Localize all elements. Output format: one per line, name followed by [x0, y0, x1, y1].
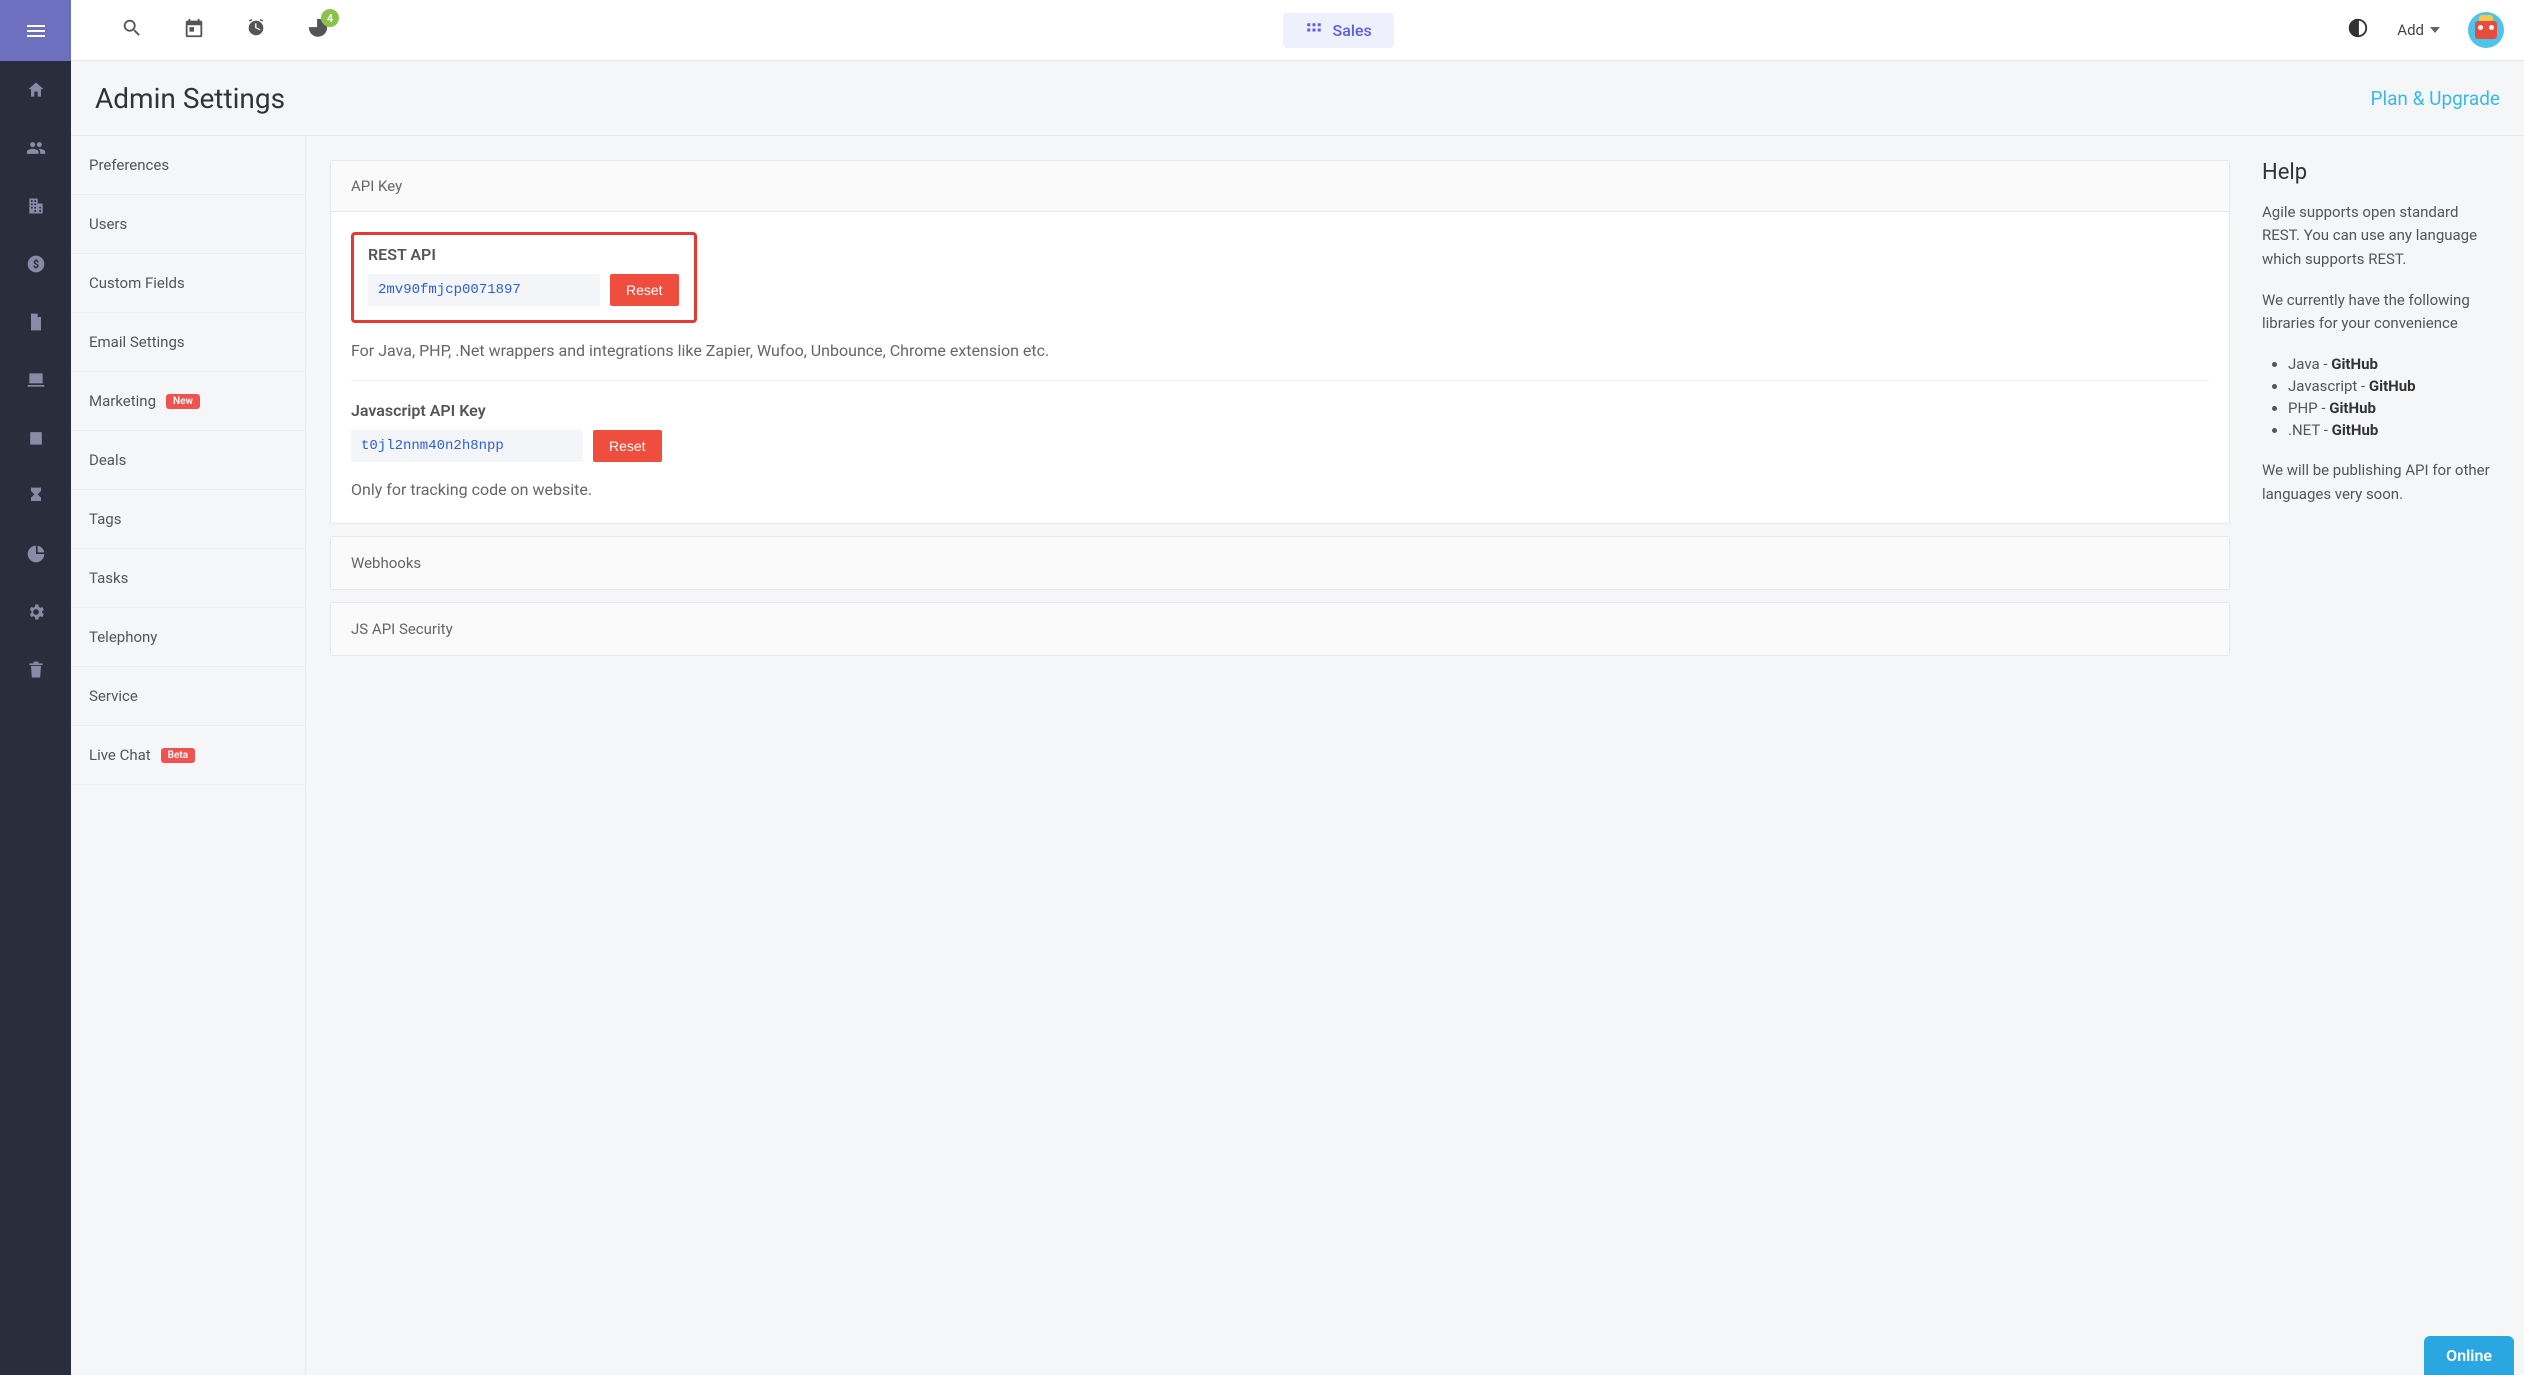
- rest-reset-button[interactable]: Reset: [610, 274, 679, 306]
- deals-icon[interactable]: $: [0, 235, 71, 293]
- plan-upgrade-link[interactable]: Plan & Upgrade: [2370, 87, 2500, 110]
- reports-icon[interactable]: [0, 525, 71, 583]
- rest-api-note: For Java, PHP, .Net wrappers and integra…: [351, 341, 2209, 360]
- help-libs-list: Java - GitHub Javascript - GitHub PHP - …: [2262, 353, 2500, 441]
- display-icon[interactable]: [0, 351, 71, 409]
- theme-icon[interactable]: [2347, 17, 2369, 43]
- help-title: Help: [2262, 160, 2500, 185]
- js-security-header[interactable]: JS API Security: [331, 603, 2229, 655]
- company-icon[interactable]: [0, 177, 71, 235]
- analytics-icon[interactable]: 4: [307, 17, 329, 43]
- webhooks-header[interactable]: Webhooks: [331, 537, 2229, 589]
- sales-button[interactable]: Sales: [1283, 13, 1394, 48]
- add-dropdown[interactable]: Add: [2397, 21, 2440, 39]
- github-link[interactable]: GitHub: [2329, 399, 2376, 417]
- nav-custom-fields[interactable]: Custom Fields: [71, 254, 305, 313]
- nav-email-settings[interactable]: Email Settings: [71, 313, 305, 372]
- help-column: Help Agile supports open standard REST. …: [2254, 136, 2524, 1375]
- menu-button[interactable]: [0, 0, 71, 61]
- page-header: Admin Settings Plan & Upgrade: [71, 61, 2524, 136]
- chevron-down-icon: [2430, 27, 2440, 33]
- left-rail: $: [0, 0, 71, 1375]
- nav-users[interactable]: Users: [71, 195, 305, 254]
- nav-telephony[interactable]: Telephony: [71, 608, 305, 667]
- documents-icon[interactable]: [0, 293, 71, 351]
- nav-tags[interactable]: Tags: [71, 490, 305, 549]
- notification-badge: 4: [321, 9, 339, 27]
- search-icon[interactable]: [121, 17, 143, 43]
- github-link[interactable]: GitHub: [2369, 377, 2416, 395]
- nav-deals[interactable]: Deals: [71, 431, 305, 490]
- online-button[interactable]: Online: [2424, 1336, 2514, 1375]
- js-api-key-input[interactable]: [351, 430, 583, 462]
- list-item: Javascript - GitHub: [2288, 375, 2500, 397]
- content-column: 4 Sales Add Admin: [71, 0, 2524, 1375]
- divider: [351, 380, 2209, 381]
- github-link[interactable]: GitHub: [2331, 355, 2378, 373]
- alarm-icon[interactable]: [245, 17, 267, 43]
- github-link[interactable]: GitHub: [2332, 421, 2379, 439]
- rest-api-highlight: REST API Reset: [351, 232, 697, 323]
- settings-icon[interactable]: [0, 583, 71, 641]
- calendar-event-icon[interactable]: [183, 17, 205, 43]
- add-label: Add: [2397, 21, 2424, 39]
- list-item: PHP - GitHub: [2288, 397, 2500, 419]
- rest-api-label: REST API: [368, 245, 680, 264]
- rest-api-key-input[interactable]: [368, 274, 600, 306]
- sales-label: Sales: [1333, 21, 1372, 40]
- help-p2: We currently have the following librarie…: [2262, 289, 2500, 336]
- center-content: API Key REST API Reset For Java, PHP,: [306, 136, 2254, 1375]
- js-api-note: Only for tracking code on website.: [351, 480, 2209, 499]
- pill-beta: Beta: [161, 748, 195, 763]
- api-key-panel-header[interactable]: API Key: [331, 161, 2229, 212]
- calendar-icon[interactable]: [0, 409, 71, 467]
- topbar: 4 Sales Add: [71, 0, 2524, 61]
- settings-nav: Preferences Users Custom Fields Email Se…: [71, 136, 306, 1375]
- api-key-panel: API Key REST API Reset For Java, PHP,: [330, 160, 2230, 524]
- grid-icon: [1305, 21, 1323, 39]
- trash-icon[interactable]: [0, 641, 71, 699]
- js-security-panel: JS API Security: [330, 602, 2230, 656]
- list-item: Java - GitHub: [2288, 353, 2500, 375]
- list-item: .NET - GitHub: [2288, 419, 2500, 441]
- js-api-label: Javascript API Key: [351, 401, 2209, 420]
- pill-new: New: [166, 394, 200, 409]
- nav-preferences[interactable]: Preferences: [71, 136, 305, 195]
- svg-text:$: $: [32, 258, 38, 271]
- contacts-icon[interactable]: [0, 119, 71, 177]
- home-icon[interactable]: [0, 61, 71, 119]
- webhooks-panel: Webhooks: [330, 536, 2230, 590]
- nav-service[interactable]: Service: [71, 667, 305, 726]
- help-p1: Agile supports open standard REST. You c…: [2262, 201, 2500, 271]
- hourglass-icon[interactable]: [0, 467, 71, 525]
- help-p3: We will be publishing API for other lang…: [2262, 459, 2500, 506]
- avatar[interactable]: [2468, 12, 2504, 48]
- js-reset-button[interactable]: Reset: [593, 430, 662, 462]
- nav-marketing[interactable]: MarketingNew: [71, 372, 305, 431]
- nav-live-chat[interactable]: Live ChatBeta: [71, 726, 305, 785]
- page-title: Admin Settings: [95, 82, 285, 115]
- nav-tasks[interactable]: Tasks: [71, 549, 305, 608]
